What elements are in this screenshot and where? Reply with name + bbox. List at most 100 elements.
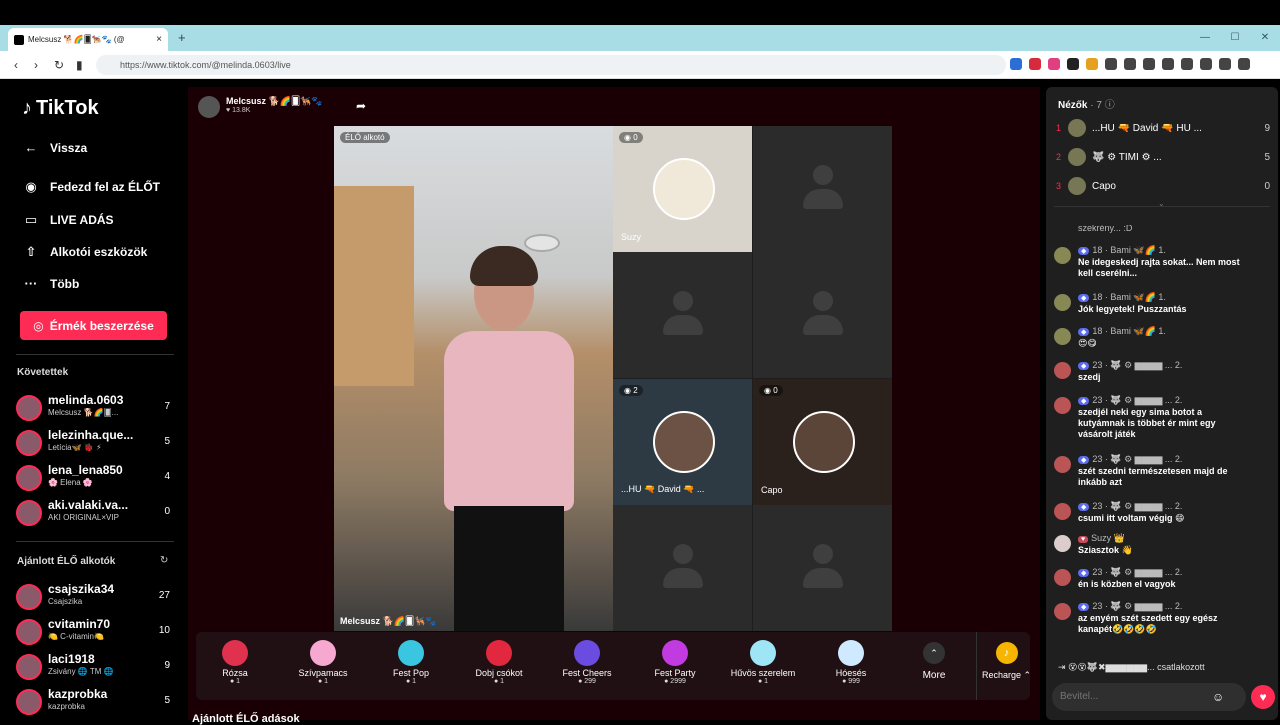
following-item[interactable]: melinda.0603 Melcsusz 🐕🌈🂠... 7: [16, 393, 176, 423]
refresh-icon[interactable]: ↻: [160, 555, 168, 566]
back-icon[interactable]: ‹: [14, 58, 18, 72]
rose-icon: [222, 640, 248, 666]
extension-icon[interactable]: [1105, 58, 1117, 70]
tiktok-logo[interactable]: ♪ TikTok: [22, 97, 99, 120]
os-top-strip: [0, 0, 1280, 25]
more-gifts-button[interactable]: ⌃ More: [914, 632, 954, 681]
chat-username: 23 · 🐺 ⚙ ▆▆▆▆ ... 2.: [1092, 567, 1183, 577]
extension-icon[interactable]: [1086, 58, 1098, 70]
main-video[interactable]: ÉLŐ alkotó Melcsusz 🐕🌈🂠🐕‍🦺🐾: [334, 126, 613, 631]
nav-live-studio[interactable]: ▭ LIVE ADÁS: [22, 212, 114, 228]
host-info[interactable]: Melcsusz 🐕🌈🂠🐕‍🦺🐾 ♥ 13.8K: [198, 96, 323, 118]
avatar: [16, 465, 42, 491]
gift-fest-cheers[interactable]: Fest Cheers ● 299: [552, 636, 622, 685]
nav-more[interactable]: ··· Több: [22, 276, 80, 291]
viewer-row[interactable]: 2 🐺 ⚙ TIMI ⚙ ... 5: [1056, 148, 1270, 168]
empty-seat[interactable]: [753, 126, 892, 252]
nav-explore-live[interactable]: ◉ Fedezd fel az ÉLŐT: [22, 179, 160, 195]
get-coins-button[interactable]: ◎ Érmék beszerzése: [20, 311, 167, 340]
chat-text: szét szedni természetesen majd de inkább…: [1078, 466, 1228, 487]
extension-icon[interactable]: [1010, 58, 1022, 70]
snowflake-icon: [838, 640, 864, 666]
nav-label: Több: [50, 276, 80, 291]
forward-icon[interactable]: ›: [34, 58, 38, 72]
extension-icon[interactable]: [1124, 58, 1136, 70]
guest-tile-david[interactable]: ◉ 2 ...HU 🔫 David 🔫 ...: [613, 379, 752, 505]
ice-heart-icon: [750, 640, 776, 666]
following-item[interactable]: lelezinha.que... Letícia🦋 🐞 ⚡ 5: [16, 428, 176, 458]
level-badge: ◆: [1078, 569, 1090, 577]
recommended-item[interactable]: kazprobka kazprobka 5: [16, 687, 176, 717]
menu-icon[interactable]: [1238, 58, 1250, 70]
nav-creator-tools[interactable]: ⇧ Alkotói eszközök: [22, 244, 148, 260]
empty-seat[interactable]: [753, 505, 892, 631]
user-nickname: Csajszika: [48, 597, 83, 606]
share-icon[interactable]: ➦: [356, 99, 366, 113]
maximize-button[interactable]: ☐: [1220, 25, 1250, 51]
gift-hoeses[interactable]: Hóesés ● 999: [816, 636, 886, 685]
close-tab-icon[interactable]: ×: [156, 34, 162, 45]
guest-tile-suzy[interactable]: ◉ 0 Suzy: [613, 126, 752, 252]
recommended-item[interactable]: laci1918 Zsivány 🌐 TM 🌐 9: [16, 652, 176, 682]
video-icon: ▭: [24, 212, 38, 227]
following-item[interactable]: aki.valaki.va... AKI ORIGINAL×VIP 0: [16, 498, 176, 528]
avatar: [16, 689, 42, 715]
chat-text: Jók legyetek! Puszzantás: [1078, 304, 1187, 314]
avatar: [1054, 328, 1071, 345]
recommended-item[interactable]: cvitamin70 🍋 C-vitamin🍋 10: [16, 617, 176, 647]
like-heart-button[interactable]: ♥: [1251, 685, 1275, 709]
extension-icon[interactable]: [1181, 58, 1193, 70]
extension-icon[interactable]: [1162, 58, 1174, 70]
extension-icon[interactable]: [1200, 58, 1212, 70]
extension-icon[interactable]: [1029, 58, 1041, 70]
browser-tab-strip: Melcsusz 🐕🌈🂠🐕‍🦺🐾 (@ × + — ☐ ✕: [0, 25, 1280, 51]
viewer-name: 🐺 ⚙ TIMI ⚙ ...: [1092, 152, 1162, 163]
chevron-down-icon[interactable]: ⌄: [1158, 199, 1165, 208]
bookmark-icon[interactable]: ▮: [76, 58, 83, 72]
gift-price-value: 1: [764, 678, 769, 685]
viewer-row[interactable]: 3 Capo 0: [1056, 177, 1270, 197]
gift-price: ● 1: [229, 678, 241, 685]
gift-fest-pop[interactable]: Fest Pop ● 1: [376, 636, 446, 685]
empty-seat[interactable]: [613, 505, 752, 631]
chat-meta: ◆ 18 · Bami 🦋🌈 1.: [1078, 292, 1166, 303]
gift-szivpamacs[interactable]: Szívpamacs ● 1: [288, 636, 358, 685]
guest-tile-capo[interactable]: ◉ 0 Capo: [753, 379, 892, 505]
following-item[interactable]: lena_lena850 🌸 Elena 🌸 4: [16, 463, 176, 493]
extension-icon[interactable]: [1067, 58, 1079, 70]
close-window-button[interactable]: ✕: [1250, 25, 1280, 51]
nav-back[interactable]: ← Vissza: [22, 140, 88, 155]
avatar-icon: ◉: [25, 179, 37, 194]
viewer-score: 9: [1264, 123, 1270, 134]
extension-icon[interactable]: [1048, 58, 1060, 70]
gift-name: Fest Pop: [392, 668, 430, 678]
gift-dobj-csokot[interactable]: Dobj csókot ● 1: [464, 636, 534, 685]
extension-icon[interactable]: [1143, 58, 1155, 70]
chat-panel: Nézők · 7 ⓘ 1 ...HU 🔫 David 🔫 HU ... 9 2 🐺 …: [1046, 87, 1278, 720]
extension-icon[interactable]: [1219, 58, 1231, 70]
gift-rozsa[interactable]: Rózsa ● 1: [200, 636, 270, 685]
viewer-count: 9: [164, 660, 170, 671]
empty-seat[interactable]: [753, 252, 892, 378]
viewer-name: ...HU 🔫 David 🔫 HU ...: [1092, 123, 1202, 134]
host-avatar[interactable]: [198, 96, 220, 118]
gift-huvos-szerelem[interactable]: Hűvös szerelem ● 1: [728, 636, 798, 685]
recharge-button[interactable]: ♪ Recharge ⌃: [976, 632, 1036, 700]
shirt-shape: [444, 331, 574, 511]
get-coins-label: Érmék beszerzése: [49, 318, 154, 333]
viewer-row[interactable]: 1 ...HU 🔫 David 🔫 HU ... 9: [1056, 119, 1270, 139]
info-icon[interactable]: ⓘ: [1105, 100, 1115, 111]
extension-icons: [1010, 58, 1250, 70]
new-tab-button[interactable]: +: [178, 30, 186, 45]
gift-fest-party[interactable]: Fest Party ● 2999: [640, 636, 710, 685]
viewer-score: 0: [1264, 181, 1270, 192]
browser-tab[interactable]: Melcsusz 🐕🌈🂠🐕‍🦺🐾 (@ ×: [8, 28, 168, 51]
gift-price: ● 1: [757, 678, 769, 685]
emoji-icon[interactable]: ☺: [1212, 690, 1224, 704]
empty-seat[interactable]: [613, 252, 752, 378]
recommended-item[interactable]: csajszika34 Csajszika 27: [16, 582, 176, 612]
url-field[interactable]: https://www.tiktok.com/@melinda.0603/liv…: [96, 55, 1006, 75]
reload-icon[interactable]: ↻: [54, 58, 64, 72]
chat-text: Sziasztok 👋: [1078, 545, 1133, 555]
minimize-button[interactable]: —: [1190, 25, 1220, 51]
